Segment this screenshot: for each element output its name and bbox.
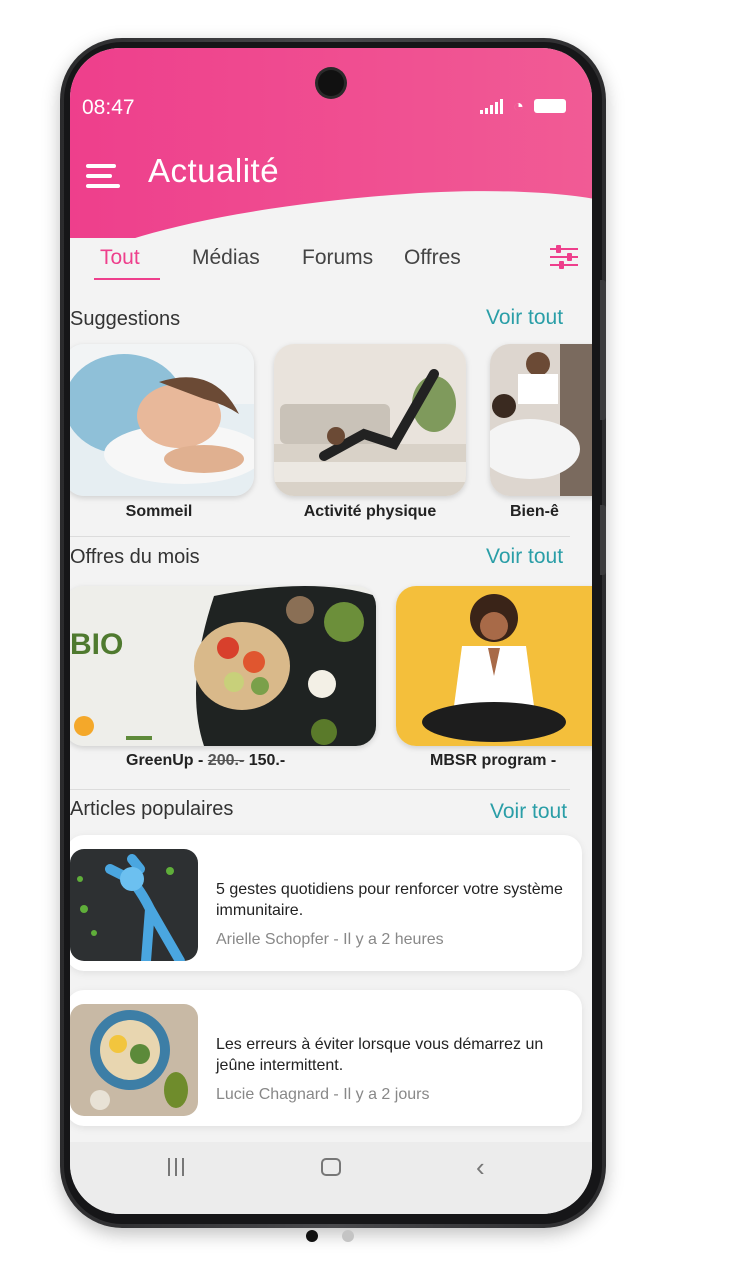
signal-icon <box>480 98 504 114</box>
section-divider <box>70 789 570 790</box>
suggestion-card-bien-etre[interactable] <box>490 344 592 496</box>
app-screen: 08:47 ◔ Actualité Tout Médias Forums Off… <box>70 48 592 1214</box>
bio-logo: BIO <box>70 628 123 661</box>
offer-name: GreenUp - <box>126 752 208 769</box>
fasting-food-image <box>70 1004 198 1116</box>
suggestion-label: Sommeil <box>125 503 193 520</box>
page-dot[interactable] <box>342 1230 354 1242</box>
tab-forums[interactable]: Forums <box>302 246 373 270</box>
wellness-image <box>490 344 592 496</box>
immune-image <box>70 849 198 961</box>
offer-new-price: 150.- <box>244 752 286 769</box>
menu-icon[interactable] <box>86 164 120 188</box>
articles-title: Articles populaires <box>70 798 234 820</box>
suggestions-title: Suggestions <box>70 308 181 330</box>
article-card[interactable]: Les erreurs à éviter lorsque vous démarr… <box>70 990 582 1126</box>
page-indicator <box>306 1230 354 1242</box>
article-title: Les erreurs à éviter lorsque vous démarr… <box>216 1036 544 1074</box>
nav-home-icon[interactable] <box>321 1158 341 1176</box>
offers-see-all[interactable]: Voir tout <box>486 545 563 569</box>
front-camera <box>318 70 344 96</box>
suggestion-card-activite[interactable] <box>274 344 466 496</box>
offers-title: Offres du mois <box>70 546 200 568</box>
page-dot-active[interactable] <box>306 1230 318 1242</box>
tab-offres[interactable]: Offres <box>404 246 461 270</box>
section-divider <box>70 536 570 537</box>
articles-see-all[interactable]: Voir tout <box>490 800 567 824</box>
nav-back-icon[interactable]: ‹ <box>476 1152 485 1183</box>
system-nav-bar: ‹ <box>70 1142 592 1214</box>
tab-medias[interactable]: Médias <box>192 246 260 270</box>
article-thumbnail <box>70 849 198 961</box>
suggestion-card-sommeil[interactable] <box>70 344 254 496</box>
offer-old-price: 200.- <box>207 752 245 769</box>
page-title: Actualité <box>148 152 280 189</box>
power-button <box>600 505 606 575</box>
suggestion-label: Bien-ê <box>510 503 559 520</box>
volume-button <box>600 280 606 420</box>
article-thumbnail <box>70 1004 198 1116</box>
sleep-image <box>70 344 254 496</box>
wifi-icon: ◔ <box>513 96 524 116</box>
status-icons: ◔ <box>480 96 566 116</box>
offer-card-mbsr[interactable] <box>396 586 592 746</box>
article-title: 5 gestes quotidiens pour renforcer votre… <box>216 881 563 919</box>
article-meta: Lucie Chagnard - Il y a 2 jours <box>216 1086 430 1103</box>
tab-bar: Tout Médias Forums Offres <box>70 238 592 294</box>
nav-recent-icon[interactable] <box>168 1158 184 1176</box>
offer-card-greenup[interactable]: BIO <box>70 586 376 746</box>
status-time: 08:47 <box>82 96 135 119</box>
article-card[interactable]: 5 gestes quotidiens pour renforcer votre… <box>70 835 582 971</box>
battery-icon <box>534 99 566 113</box>
suggestions-see-all[interactable]: Voir tout <box>486 306 563 330</box>
fitness-image <box>274 344 466 496</box>
meditation-image <box>396 586 592 746</box>
suggestion-label: Activité physique <box>303 503 437 520</box>
offer-label-greenup: GreenUp - 200.- 150.- <box>126 752 285 770</box>
active-tab-underline <box>94 278 160 280</box>
greenup-image: BIO <box>70 586 376 746</box>
filter-icon[interactable] <box>550 244 578 270</box>
article-meta: Arielle Schopfer - Il y a 2 heures <box>216 931 444 948</box>
tab-tout[interactable]: Tout <box>100 246 140 270</box>
offer-label-mbsr: MBSR program - <box>430 752 557 769</box>
